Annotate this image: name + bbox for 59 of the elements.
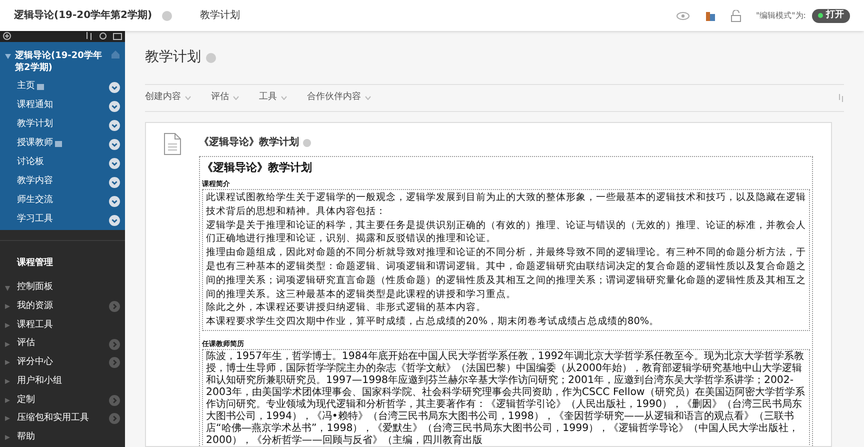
course-menu-item[interactable]: 学习工具	[17, 213, 53, 227]
management-title: 课程管理	[16, 257, 54, 270]
course-menu-item[interactable]: 师生交流	[17, 194, 53, 208]
course-menu-item[interactable]: 讨论板	[17, 156, 44, 170]
refresh-icon[interactable]	[99, 32, 107, 40]
section-paragraph: 陈波，1957年生，哲学博士。1984年底开始在中国人民大学哲学系任教，1992年调北京大学哲学系任教至今。现为北京大学哲学系教授，博士生导师，国际哲学学院主办的杂志《哲学文献》（法国巴黎）中国编委（从2000年始），教育部逻辑学研究基地中山大学逻辑和认知研究所兼职研究员。1997—1998年应邀到芬兰赫尔辛基大学作访问研究；2001年，应邀到台湾东吴大学哲学系讲学；2002-2003年，由美国学术团体理事会、国家科学院、社会科学研究理事会共同资助，作为CSCC Fellow（研究员）在美国迈阿密大学哲学系作访问研究。专业领域为现代逻辑和分析哲学，其主要著作有：《逻辑哲学引论》（人民出版社，1990），《删因》（台湾三民书局东大图书公司，1994），《冯•赖特》（台湾三民书局东大图书公司，1998），《奎因哲学研究——从逻辑和语言的观点看》（三联书店“哈佛—燕京学术丛书”，1998），《爱默生》（台湾三民书局东大图书公司，1999），《逻辑哲学导论》（中国人民大学出版社，2000），《分析哲学——回顾与反省》（主编，四川教育出版	[206, 351, 806, 446]
document-icon	[164, 133, 181, 155]
section-paragraph: 除此之外，本课程还要讲授归纳逻辑、非形式逻辑的基本内容。	[206, 301, 487, 316]
edit-mode-toggle[interactable]: 打开	[812, 8, 850, 22]
plan-heading: 《逻辑导论》教学计划	[202, 160, 313, 176]
management-item[interactable]: 压缩包和实用工具	[17, 412, 89, 426]
collapsed-arrow-icon[interactable]	[5, 304, 10, 310]
toolbar-menu[interactable]: 工具	[259, 91, 287, 105]
section-paragraph: 推理由命题组成，因此对命题的不同分析就导致对推理和论证的不同分析，并最终导致不同的逻辑理论。有三种不同的命题分析方法，于是也有三种基本的逻辑类型：命题逻辑、词项逻辑和谓词逻辑。其中，命题逻辑研究由联结词决定的复合命题的逻辑性质以及复合命题之间的推理关系；词项逻辑研究直言命题（性质命题）的逻辑性质及其相互之间的推理关系；谓词逻辑研究量化命题的逻辑性质及其相互之间的推理关系。这三种最基本的逻辑类型是此课程的讲授和学习重点。	[206, 246, 806, 302]
collapsed-arrow-icon[interactable]	[5, 323, 10, 328]
caret-icon	[365, 96, 371, 100]
course-breadcrumb[interactable]: 逻辑导论(19-20学年第2学期)	[14, 8, 152, 23]
course-menu-item[interactable]: 课程通知	[17, 99, 53, 113]
toolbar-menu[interactable]: 合作伙伴内容	[307, 91, 371, 105]
add-icon[interactable]	[3, 32, 11, 40]
expanded-arrow-icon[interactable]	[5, 286, 10, 291]
section-paragraph: 逻辑学是关于推理和论证的科学，其主要任务是提供识别正确的（有效的）推理、论证与错误的（无效的）推理、论证的标准，并教会人们正确地进行推理和论证，识别、揭露和反驳错误的推理和论证。	[206, 218, 806, 246]
page-title: 教学计划	[145, 48, 201, 67]
caret-icon	[185, 96, 191, 100]
folder-icon[interactable]	[113, 32, 122, 40]
management-item[interactable]: 评分中心	[17, 356, 53, 370]
collapsed-arrow-icon[interactable]	[5, 379, 10, 384]
course-menu-item[interactable]: 教学内容	[17, 175, 53, 189]
management-item[interactable]: 课程工具	[17, 318, 53, 332]
caret-icon	[233, 96, 239, 100]
eye-icon[interactable]	[676, 10, 690, 20]
edit-mode-label: "编辑模式"为:	[756, 10, 806, 22]
palette-icon[interactable]	[706, 10, 716, 20]
management-item[interactable]: 用户和小组	[17, 374, 62, 388]
collapsed-arrow-icon[interactable]	[5, 435, 10, 440]
section-paragraph: 本课程要求学生交四次期中作业，算平时成绩，占总成绩的20%，期末闭卷考试成绩占总成绩的80%。	[206, 315, 660, 329]
toolbar-menu[interactable]: 创建内容	[145, 91, 191, 105]
toolbar-menu[interactable]: 评估	[211, 91, 239, 105]
item-title[interactable]: 《逻辑导论》教学计划	[199, 135, 299, 150]
course-title[interactable]: 逻辑导论(19-20学年第2学期)	[15, 50, 107, 74]
section-paragraph: 此课程试图教给学生关于逻辑学的一般观念，逻辑学发展到目前为止的大致的整体形象，一些最基本的逻辑技术和技巧，以及隐藏在逻辑技术背后的思想和精神。具体内容包括：	[206, 191, 806, 219]
management-item[interactable]: 控制面板	[17, 281, 53, 295]
management-item[interactable]: 评估	[17, 337, 35, 351]
home-icon[interactable]	[111, 50, 120, 59]
course-menu-item[interactable]: 授课教师	[17, 137, 53, 151]
course-menu-item[interactable]: 教学计划	[17, 118, 53, 132]
management-item[interactable]: 帮助	[17, 430, 35, 444]
course-menu-item[interactable]: 主页	[17, 80, 35, 94]
management-item[interactable]: 定制	[17, 394, 35, 408]
collapsed-arrow-icon[interactable]	[5, 342, 10, 347]
unlock-icon[interactable]	[730, 10, 741, 22]
page-breadcrumb[interactable]: 教学计划	[200, 8, 240, 23]
collapsed-arrow-icon[interactable]	[5, 360, 10, 366]
expanded-arrow-icon[interactable]	[5, 54, 11, 59]
collapsed-arrow-icon[interactable]	[5, 398, 10, 403]
sort-icon[interactable]	[85, 32, 93, 40]
management-item[interactable]: 我的资源	[17, 300, 53, 314]
collapsed-arrow-icon[interactable]	[5, 416, 10, 422]
caret-icon	[281, 96, 287, 100]
